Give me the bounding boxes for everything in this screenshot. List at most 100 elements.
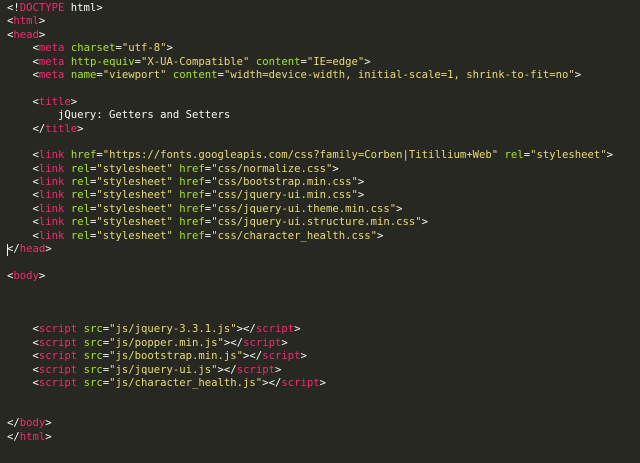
code-punctuation: >: [421, 216, 429, 229]
code-string: "js/jquery-3.3.1.js": [109, 323, 237, 336]
code-punctuation: ></: [223, 336, 244, 349]
code-string: "stylesheet": [96, 162, 173, 175]
code-line[interactable]: [0, 310, 640, 323]
code-punctuation: >: [396, 202, 403, 215]
code-attribute-name: rel: [70, 189, 90, 202]
code-line[interactable]: <link rel="stylesheet" href="css/normali…: [0, 163, 640, 176]
code-attribute-name: href: [179, 229, 205, 242]
code-tag-name: script: [262, 350, 301, 363]
code-line[interactable]: </head>: [0, 243, 640, 257]
code-tag-name: DOCTYPE: [19, 2, 65, 14]
code-line[interactable]: <script src="js/bootstrap.min.js"></scri…: [0, 350, 640, 363]
code-punctuation: >: [357, 189, 365, 202]
code-line[interactable]: <meta http-equiv="X-UA-Compatible" conte…: [0, 56, 640, 69]
code-string: "stylesheet": [530, 149, 607, 162]
code-punctuation: >: [38, 15, 46, 28]
code-string: "stylesheet": [96, 202, 173, 215]
code-punctuation: >: [70, 95, 78, 108]
text-cursor: [7, 244, 8, 257]
code-line[interactable]: <link rel="stylesheet" href="css/bootstr…: [0, 176, 640, 189]
code-line[interactable]: </html>: [0, 431, 640, 444]
code-line[interactable]: <script src="js/jquery-3.3.1.js"></scrip…: [0, 323, 640, 336]
code-tag-name: link: [38, 176, 65, 189]
code-string: "js/popper.min.js": [109, 336, 224, 349]
code-string: "css/jquery-ui.theme.min.css": [211, 202, 397, 215]
code-tag-name: body: [13, 269, 39, 282]
code-line[interactable]: [0, 390, 640, 403]
code-line[interactable]: [0, 297, 640, 310]
code-line[interactable]: [0, 136, 640, 149]
code-line[interactable]: [0, 283, 640, 296]
code-editor[interactable]: <!DOCTYPE html> <html> <head> <meta charse…: [0, 0, 640, 463]
code-line[interactable]: [0, 256, 640, 269]
code-line[interactable]: <body>: [0, 270, 640, 283]
code-string: "IE=edge": [306, 55, 365, 68]
code-line[interactable]: <head>: [0, 29, 640, 42]
code-string: "stylesheet": [96, 229, 173, 242]
code-string: "js/bootstrap.min.js": [109, 350, 244, 363]
code-attribute-name: href: [70, 149, 97, 162]
code-line[interactable]: <link rel="stylesheet" href="css/jquery-…: [0, 189, 640, 202]
code-line[interactable]: jQuery: Getters and Setters: [0, 109, 640, 122]
code-tag-name: link: [38, 189, 65, 202]
code-line[interactable]: <meta name="viewport" content="width=dev…: [0, 69, 640, 82]
code-tag-name: script: [255, 323, 295, 336]
code-tag-name: meta: [38, 55, 65, 68]
code-line[interactable]: <link rel="stylesheet" href="css/jquery-…: [0, 216, 640, 229]
code-punctuation: >: [38, 28, 46, 41]
code-attribute-name: src: [83, 363, 103, 376]
code-punctuation: >: [332, 162, 339, 175]
code-punctuation: >: [300, 350, 307, 363]
code-line[interactable]: <script src="js/popper.min.js"></script>: [0, 337, 640, 350]
code-tag-name: script: [38, 323, 78, 336]
code-punctuation: >: [166, 42, 173, 55]
code-line[interactable]: <html>: [0, 15, 640, 28]
code-tag-name: meta: [38, 42, 65, 55]
code-string: "width=device-width, initial-scale=1, sh…: [223, 68, 575, 81]
code-tag-name: body: [19, 417, 46, 430]
code-punctuation: ></: [217, 363, 237, 376]
code-string: "js/character_health.js": [109, 376, 263, 389]
code-string: "css/jquery-ui.structure.min.css": [211, 216, 422, 229]
code-line[interactable]: </body>: [0, 417, 640, 430]
code-line[interactable]: <link href="https://fonts.googleapis.com…: [0, 149, 640, 162]
code-string: "css/normalize.css": [211, 162, 333, 175]
code-line[interactable]: <link rel="stylesheet" href="css/charact…: [0, 230, 640, 243]
code-attribute-name: rel: [70, 176, 90, 189]
code-tag-name: script: [243, 336, 282, 349]
code-line[interactable]: </title>: [0, 123, 640, 136]
code-punctuation: <!: [7, 2, 20, 14]
code-tag-name: link: [38, 202, 65, 215]
code-attribute-name: src: [83, 323, 103, 336]
code-line[interactable]: <script src="js/jquery-ui.js"></script>: [0, 364, 640, 377]
code-tag-name: link: [38, 229, 65, 242]
code-line[interactable]: <script src="js/character_health.js"></s…: [0, 377, 640, 390]
code-attribute-name: href: [179, 216, 205, 229]
code-attribute-name: href: [179, 162, 205, 175]
code-attribute-name: src: [83, 336, 103, 349]
code-line[interactable]: [0, 404, 640, 417]
code-attribute-name: href: [179, 202, 205, 215]
code-punctuation: ></: [262, 376, 282, 389]
code-line[interactable]: <link rel="stylesheet" href="css/jquery-…: [0, 203, 640, 216]
code-string: "stylesheet": [96, 216, 173, 229]
code-punctuation: >: [45, 430, 52, 443]
code-string: "X-UA-Compatible": [140, 55, 250, 68]
code-line[interactable]: [0, 82, 640, 95]
code-tag-name: script: [38, 376, 78, 389]
code-tag-name: script: [281, 376, 320, 389]
code-line[interactable]: <meta charset="utf-8">: [0, 42, 640, 55]
code-line[interactable]: <!DOCTYPE html>: [0, 2, 640, 15]
code-punctuation: >: [606, 149, 614, 162]
code-line[interactable]: <title>: [0, 96, 640, 109]
